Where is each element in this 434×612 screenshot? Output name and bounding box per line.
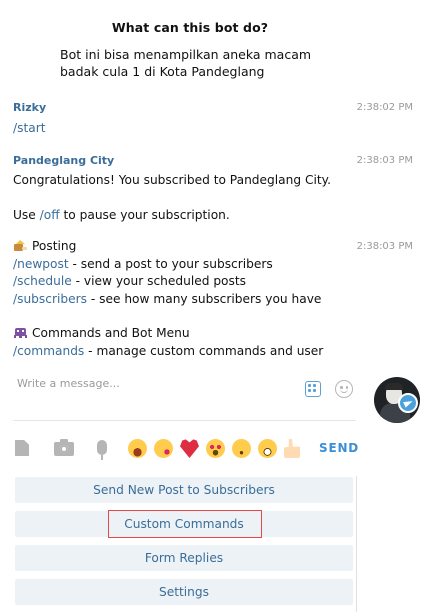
bot-info-description-line: Bot ini bisa menampilkan aneka macam: [60, 47, 312, 62]
message-text: Commands and Bot Menu: [13, 326, 190, 340]
message-text: /schedule - view your scheduled posts: [13, 274, 246, 288]
thumbs-up-emoji-icon[interactable]: [284, 439, 300, 458]
telegram-icon: [398, 393, 418, 413]
heart-emoji-icon[interactable]: [180, 439, 199, 458]
message-sender[interactable]: Rizky: [13, 101, 46, 114]
message-sender[interactable]: Pandeglang City: [13, 154, 114, 167]
heart-eyes-emoji-icon[interactable]: [206, 439, 225, 458]
command-description: - view your scheduled posts: [71, 274, 246, 288]
message-text: Congratulations! You subscribed to Pande…: [13, 173, 331, 187]
command-link[interactable]: /start: [13, 121, 46, 135]
message-text: /newpost - send a post to your subscribe…: [13, 257, 273, 271]
command-link[interactable]: /off: [40, 208, 60, 222]
smile-icon[interactable]: [335, 380, 353, 398]
message-time: 2:38:03 PM: [356, 241, 413, 252]
grin-emoji-icon[interactable]: [258, 439, 277, 458]
bot-info: What can this bot do? Bot ini bisa menam…: [0, 20, 380, 79]
bot-info-description-line: badak cula 1 di Kota Pandeglang: [60, 64, 265, 79]
message-text: /commands - manage custom commands and u…: [13, 344, 323, 358]
avatar[interactable]: [374, 377, 420, 423]
composer-toolbar: SEND: [0, 436, 370, 462]
bot-info-title: What can this bot do?: [111, 20, 269, 35]
command-link[interactable]: /schedule: [13, 274, 72, 288]
commands-title: Commands and Bot Menu: [32, 326, 190, 340]
microphone-icon[interactable]: [97, 440, 107, 460]
message-time: 2:38:02 PM: [356, 102, 413, 113]
message-text: /subscribers - see how many subscribers …: [13, 292, 321, 306]
kiss-emoji-icon[interactable]: [154, 439, 173, 458]
command-link[interactable]: /commands: [13, 344, 84, 358]
bot-commands-icon[interactable]: [305, 381, 321, 397]
keyboard-button-custom-commands[interactable]: Custom Commands: [15, 511, 353, 537]
posting-title: Posting: [32, 239, 77, 253]
command-description: - see how many subscribers you have: [86, 292, 322, 306]
bot-info-description: Bot ini bisa menampilkan aneka macam bad…: [60, 46, 320, 80]
alien-monster-icon: [13, 326, 28, 339]
blush-emoji-icon[interactable]: [232, 439, 251, 458]
send-button[interactable]: SEND: [319, 441, 359, 455]
command-description: - send a post to your subscribers: [68, 257, 273, 271]
message-text-fragment: to pause your subscription.: [63, 208, 230, 222]
message-text: Posting: [13, 239, 76, 253]
posting-emoji-icon: [13, 239, 28, 252]
camera-icon[interactable]: [54, 439, 74, 456]
joy-emoji-icon[interactable]: [128, 439, 147, 458]
command-link[interactable]: /newpost: [13, 257, 69, 271]
keyboard-button-send-new-post[interactable]: Send New Post to Subscribers: [15, 477, 353, 503]
command-description: - manage custom commands and user: [84, 344, 324, 358]
message-time: 2:38:03 PM: [356, 155, 413, 166]
message-composer: [13, 373, 356, 421]
keyboard-button-settings[interactable]: Settings: [15, 579, 353, 605]
file-icon[interactable]: [15, 440, 29, 456]
message-text: Use /off to pause your subscription.: [13, 208, 230, 222]
keyboard-button-form-replies[interactable]: Form Replies: [15, 545, 353, 571]
command-link[interactable]: /subscribers: [13, 292, 87, 306]
keyboard-divider: [356, 476, 357, 612]
message-text: /start: [13, 121, 46, 135]
message-text-fragment: Use: [13, 208, 36, 222]
message-input[interactable]: [17, 377, 277, 390]
